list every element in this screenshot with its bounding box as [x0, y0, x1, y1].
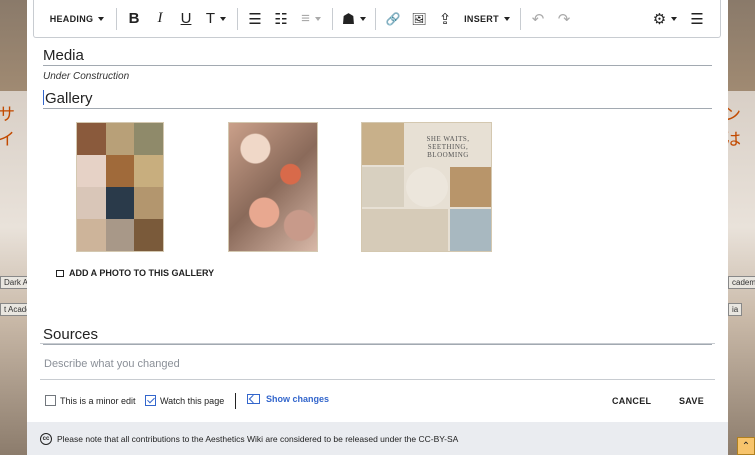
chevron-down-icon: [98, 16, 105, 21]
chevron-down-icon: [671, 16, 678, 21]
heading-label: HEADING: [49, 13, 94, 24]
edit-summary-box: [40, 343, 715, 380]
gallery-image-3[interactable]: SHE WAITS, SEETHING, BLOOMING: [361, 122, 492, 252]
background-tab: cademia: [728, 276, 755, 289]
gallery-heading[interactable]: Gallery: [43, 90, 712, 109]
visual-editor-dialog: HEADING B I U T ☰ ☷ ≡ ☗ 🔗 🖼 ⇪ INSERT ↶ ↷…: [27, 0, 728, 455]
toolbar-divider: [520, 7, 521, 30]
chevron-down-icon: [503, 16, 510, 21]
align-dropdown[interactable]: ≡: [294, 0, 328, 38]
numbered-list-icon: ☷: [274, 10, 288, 28]
under-construction-text[interactable]: Under Construction: [43, 71, 129, 82]
options-divider: [235, 393, 236, 409]
image-caption: SHE WAITS, SEETHING, BLOOMING: [426, 135, 470, 159]
upload-icon: ⇪: [438, 10, 452, 28]
editor-toolbar: HEADING B I U T ☰ ☷ ≡ ☗ 🔗 🖼 ⇪ INSERT ↶ ↷…: [33, 0, 721, 38]
gallery-image-1[interactable]: [76, 122, 164, 252]
undo-button[interactable]: ↶: [525, 0, 551, 38]
background-right-strip: ンは cademia ia: [728, 0, 755, 455]
italic-icon: I: [157, 10, 163, 26]
bullet-list-icon: ☰: [248, 10, 262, 28]
hamburger-icon: ☰: [690, 10, 704, 28]
text-style-dropdown[interactable]: T: [199, 0, 233, 38]
diff-icon: [247, 394, 260, 404]
underline-button[interactable]: U: [173, 0, 199, 38]
license-text: Please note that all contributions to th…: [57, 433, 459, 444]
book-icon: ☗: [341, 10, 356, 28]
insert-dropdown[interactable]: INSERT: [458, 0, 516, 38]
background-japanese-text: ンは: [728, 105, 741, 150]
show-changes-label: Show changes: [266, 394, 330, 404]
scroll-top-button[interactable]: ⌃: [737, 437, 755, 455]
chevron-down-icon: [220, 16, 227, 21]
toolbar-divider: [237, 7, 238, 30]
link-button[interactable]: 🔗: [380, 0, 406, 38]
add-photo-button[interactable]: ADD A PHOTO TO THIS GALLERY: [56, 268, 214, 278]
save-options: This is a minor edit Watch this page Sho…: [45, 392, 710, 410]
italic-button[interactable]: I: [147, 0, 173, 38]
chevron-down-icon: [360, 16, 367, 21]
align-icon: ≡: [301, 10, 310, 27]
media-heading[interactable]: Media: [43, 47, 712, 66]
upload-button[interactable]: ⇪: [432, 0, 458, 38]
image-button[interactable]: 🖼: [406, 0, 432, 38]
bold-button[interactable]: B: [121, 0, 147, 38]
redo-button[interactable]: ↷: [551, 0, 577, 38]
minor-edit-label: This is a minor edit: [60, 396, 136, 406]
bullet-list-button[interactable]: ☰: [242, 0, 268, 38]
undo-icon: ↶: [531, 10, 545, 28]
license-footer: cc Please note that all contributions to…: [27, 422, 728, 455]
background-tab: t Academ: [0, 303, 28, 316]
background-tab: ia: [728, 303, 743, 316]
insert-label: INSERT: [464, 13, 499, 24]
toolbar-divider: [116, 7, 117, 30]
background-japanese-text: サイ: [0, 105, 15, 150]
redo-icon: ↷: [557, 10, 571, 28]
add-photo-label: ADD A PHOTO TO THIS GALLERY: [69, 268, 215, 278]
chevron-down-icon: [314, 16, 321, 21]
bold-icon: B: [128, 10, 140, 27]
gear-icon: ⚙: [652, 10, 667, 28]
background-left-strip: サイ Dark A t Academ: [0, 0, 28, 455]
image-icon: 🖼: [411, 11, 427, 26]
watch-page-checkbox[interactable]: [145, 395, 156, 406]
creative-commons-icon: cc: [40, 432, 52, 445]
save-button[interactable]: SAVE: [679, 396, 704, 406]
page-settings-dropdown[interactable]: ⚙: [648, 0, 682, 38]
numbered-list-button[interactable]: ☷: [268, 0, 294, 38]
chevron-up-icon: ⌃: [741, 440, 751, 452]
text-style-icon: T: [205, 10, 216, 27]
cite-dropdown[interactable]: ☗: [337, 0, 371, 38]
heading-dropdown[interactable]: HEADING: [42, 0, 112, 38]
watch-page-label: Watch this page: [160, 396, 225, 406]
cancel-button[interactable]: CANCEL: [612, 396, 651, 406]
toolbar-divider: [375, 7, 376, 30]
image-icon: [56, 269, 64, 277]
gallery-image-2[interactable]: [228, 122, 318, 252]
gallery-heading-text: Gallery: [45, 90, 93, 107]
minor-edit-checkbox[interactable]: [45, 395, 56, 406]
text-cursor: [43, 90, 44, 105]
background-tab: Dark A: [0, 276, 28, 289]
edit-summary-input[interactable]: [44, 358, 644, 370]
show-changes-button[interactable]: Show changes: [247, 394, 329, 404]
menu-button[interactable]: ☰: [682, 0, 712, 38]
toolbar-divider: [332, 7, 333, 30]
underline-icon: U: [180, 10, 192, 27]
link-icon: 🔗: [385, 11, 401, 26]
